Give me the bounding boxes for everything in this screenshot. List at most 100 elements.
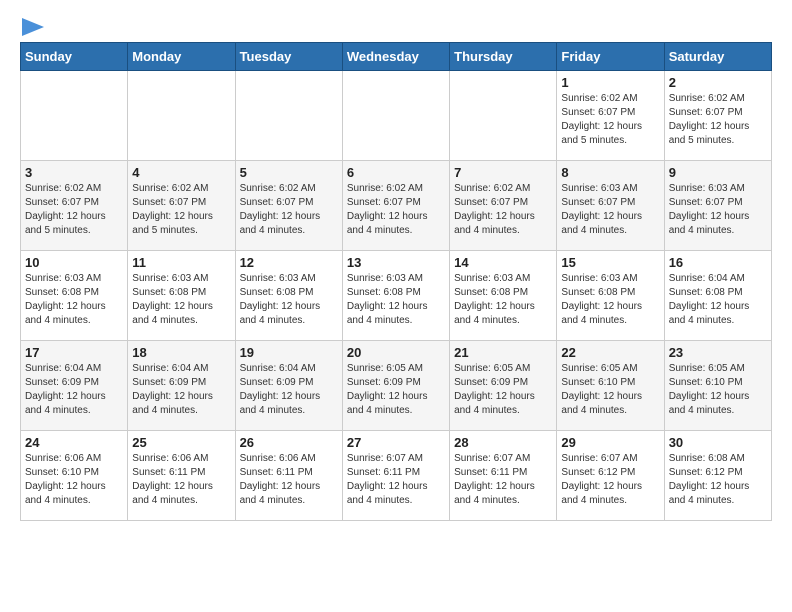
day-number: 7: [454, 165, 552, 180]
calendar-cell: [342, 71, 449, 161]
day-number: 22: [561, 345, 659, 360]
day-info: Sunrise: 6:03 AM Sunset: 6:08 PM Dayligh…: [347, 272, 445, 328]
calendar-cell: 4 Sunrise: 6:02 AM Sunset: 6:07 PM Daylig…: [128, 161, 235, 251]
day-info: Sunrise: 6:07 AM Sunset: 6:11 PM Dayligh…: [454, 452, 552, 508]
week-row-2: 10 Sunrise: 6:03 AM Sunset: 6:08 PM Dayli…: [21, 251, 772, 341]
day-number: 28: [454, 435, 552, 450]
day-number: 12: [240, 255, 338, 270]
day-number: 24: [25, 435, 123, 450]
calendar-cell: 18 Sunrise: 6:04 AM Sunset: 6:09 PM Dayli…: [128, 341, 235, 431]
day-info: Sunrise: 6:04 AM Sunset: 6:09 PM Dayligh…: [132, 362, 230, 418]
day-number: 19: [240, 345, 338, 360]
header-friday: Friday: [557, 43, 664, 71]
day-number: 29: [561, 435, 659, 450]
calendar-cell: 16 Sunrise: 6:04 AM Sunset: 6:08 PM Dayli…: [664, 251, 771, 341]
calendar-cell: 11 Sunrise: 6:03 AM Sunset: 6:08 PM Dayli…: [128, 251, 235, 341]
day-info: Sunrise: 6:04 AM Sunset: 6:09 PM Dayligh…: [240, 362, 338, 418]
calendar-cell: 24 Sunrise: 6:06 AM Sunset: 6:10 PM Dayli…: [21, 431, 128, 521]
day-number: 26: [240, 435, 338, 450]
calendar-cell: 1 Sunrise: 6:02 AM Sunset: 6:07 PM Daylig…: [557, 71, 664, 161]
day-number: 21: [454, 345, 552, 360]
day-info: Sunrise: 6:02 AM Sunset: 6:07 PM Dayligh…: [454, 182, 552, 238]
header-thursday: Thursday: [450, 43, 557, 71]
calendar-cell: 7 Sunrise: 6:02 AM Sunset: 6:07 PM Daylig…: [450, 161, 557, 251]
day-info: Sunrise: 6:06 AM Sunset: 6:10 PM Dayligh…: [25, 452, 123, 508]
day-number: 3: [25, 165, 123, 180]
day-info: Sunrise: 6:02 AM Sunset: 6:07 PM Dayligh…: [240, 182, 338, 238]
calendar-cell: [21, 71, 128, 161]
day-number: 1: [561, 75, 659, 90]
calendar-cell: [450, 71, 557, 161]
day-info: Sunrise: 6:06 AM Sunset: 6:11 PM Dayligh…: [240, 452, 338, 508]
logo-arrow-icon: [22, 18, 44, 36]
logo: [20, 20, 44, 32]
day-number: 6: [347, 165, 445, 180]
calendar-cell: 10 Sunrise: 6:03 AM Sunset: 6:08 PM Dayli…: [21, 251, 128, 341]
day-number: 16: [669, 255, 767, 270]
calendar-cell: 29 Sunrise: 6:07 AM Sunset: 6:12 PM Dayli…: [557, 431, 664, 521]
day-info: Sunrise: 6:06 AM Sunset: 6:11 PM Dayligh…: [132, 452, 230, 508]
calendar-cell: 20Sunrise: 6:05 AM Sunset: 6:09 PM Dayli…: [342, 341, 449, 431]
day-info: Sunrise: 6:03 AM Sunset: 6:07 PM Dayligh…: [669, 182, 767, 238]
calendar-cell: 22 Sunrise: 6:05 AM Sunset: 6:10 PM Dayli…: [557, 341, 664, 431]
week-row-1: 3 Sunrise: 6:02 AM Sunset: 6:07 PM Daylig…: [21, 161, 772, 251]
day-info: Sunrise: 6:04 AM Sunset: 6:08 PM Dayligh…: [669, 272, 767, 328]
day-info: Sunrise: 6:02 AM Sunset: 6:07 PM Dayligh…: [669, 92, 767, 148]
page-header: [20, 20, 772, 32]
day-info: Sunrise: 6:05 AM Sunset: 6:10 PM Dayligh…: [561, 362, 659, 418]
day-info: Sunrise: 6:03 AM Sunset: 6:08 PM Dayligh…: [454, 272, 552, 328]
calendar-cell: 27Sunrise: 6:07 AM Sunset: 6:11 PM Dayli…: [342, 431, 449, 521]
calendar-cell: 19 Sunrise: 6:04 AM Sunset: 6:09 PM Dayli…: [235, 341, 342, 431]
day-info: Sunrise: 6:08 AM Sunset: 6:12 PM Dayligh…: [669, 452, 767, 508]
day-info: Sunrise: 6:07 AM Sunset: 6:11 PM Dayligh…: [347, 452, 445, 508]
calendar-cell: 30 Sunrise: 6:08 AM Sunset: 6:12 PM Dayli…: [664, 431, 771, 521]
day-number: 15: [561, 255, 659, 270]
header-sunday: Sunday: [21, 43, 128, 71]
day-number: 10: [25, 255, 123, 270]
day-number: 8: [561, 165, 659, 180]
header-tuesday: Tuesday: [235, 43, 342, 71]
calendar-cell: 25 Sunrise: 6:06 AM Sunset: 6:11 PM Dayli…: [128, 431, 235, 521]
calendar-cell: 9 Sunrise: 6:03 AM Sunset: 6:07 PM Daylig…: [664, 161, 771, 251]
week-row-4: 24 Sunrise: 6:06 AM Sunset: 6:10 PM Dayli…: [21, 431, 772, 521]
calendar-header-row: SundayMondayTuesdayWednesdayThursdayFrid…: [21, 43, 772, 71]
day-info: Sunrise: 6:05 AM Sunset: 6:10 PM Dayligh…: [669, 362, 767, 418]
day-number: 17: [25, 345, 123, 360]
calendar-cell: 28 Sunrise: 6:07 AM Sunset: 6:11 PM Dayli…: [450, 431, 557, 521]
calendar-cell: 3Sunrise: 6:02 AM Sunset: 6:07 PM Daylig…: [21, 161, 128, 251]
calendar-cell: 2Sunrise: 6:02 AM Sunset: 6:07 PM Daylig…: [664, 71, 771, 161]
calendar-cell: 17Sunrise: 6:04 AM Sunset: 6:09 PM Dayli…: [21, 341, 128, 431]
calendar-cell: 8 Sunrise: 6:03 AM Sunset: 6:07 PM Daylig…: [557, 161, 664, 251]
day-number: 9: [669, 165, 767, 180]
day-number: 5: [240, 165, 338, 180]
calendar-cell: [128, 71, 235, 161]
calendar-cell: 13 Sunrise: 6:03 AM Sunset: 6:08 PM Dayli…: [342, 251, 449, 341]
day-number: 30: [669, 435, 767, 450]
day-number: 25: [132, 435, 230, 450]
calendar-cell: 12Sunrise: 6:03 AM Sunset: 6:08 PM Dayli…: [235, 251, 342, 341]
day-info: Sunrise: 6:03 AM Sunset: 6:08 PM Dayligh…: [25, 272, 123, 328]
week-row-0: 1 Sunrise: 6:02 AM Sunset: 6:07 PM Daylig…: [21, 71, 772, 161]
week-row-3: 17 Sunrise: 6:04 AM Sunset: 6:09 PM Dayli…: [21, 341, 772, 431]
calendar-cell: 5 Sunrise: 6:02 AM Sunset: 6:07 PM Daylig…: [235, 161, 342, 251]
day-info: Sunrise: 6:02 AM Sunset: 6:07 PM Dayligh…: [561, 92, 659, 148]
day-number: 20: [347, 345, 445, 360]
calendar-table: SundayMondayTuesdayWednesdayThursdayFrid…: [20, 42, 772, 521]
day-number: 14: [454, 255, 552, 270]
calendar-cell: 6 Sunrise: 6:02 AM Sunset: 6:07 PM Daylig…: [342, 161, 449, 251]
day-info: Sunrise: 6:03 AM Sunset: 6:08 PM Dayligh…: [132, 272, 230, 328]
header-wednesday: Wednesday: [342, 43, 449, 71]
calendar-cell: 21 Sunrise: 6:05 AM Sunset: 6:09 PM Dayli…: [450, 341, 557, 431]
calendar-cell: 14 Sunrise: 6:03 AM Sunset: 6:08 PM Dayli…: [450, 251, 557, 341]
day-info: Sunrise: 6:03 AM Sunset: 6:07 PM Dayligh…: [561, 182, 659, 238]
calendar-cell: 26 Sunrise: 6:06 AM Sunset: 6:11 PM Dayli…: [235, 431, 342, 521]
day-number: 18: [132, 345, 230, 360]
day-number: 13: [347, 255, 445, 270]
day-number: 4: [132, 165, 230, 180]
header-saturday: Saturday: [664, 43, 771, 71]
day-info: Sunrise: 6:02 AM Sunset: 6:07 PM Dayligh…: [347, 182, 445, 238]
day-info: Sunrise: 6:02 AM Sunset: 6:07 PM Dayligh…: [132, 182, 230, 238]
day-info: Sunrise: 6:07 AM Sunset: 6:12 PM Dayligh…: [561, 452, 659, 508]
day-info: Sunrise: 6:05 AM Sunset: 6:09 PM Dayligh…: [454, 362, 552, 418]
day-number: 11: [132, 255, 230, 270]
